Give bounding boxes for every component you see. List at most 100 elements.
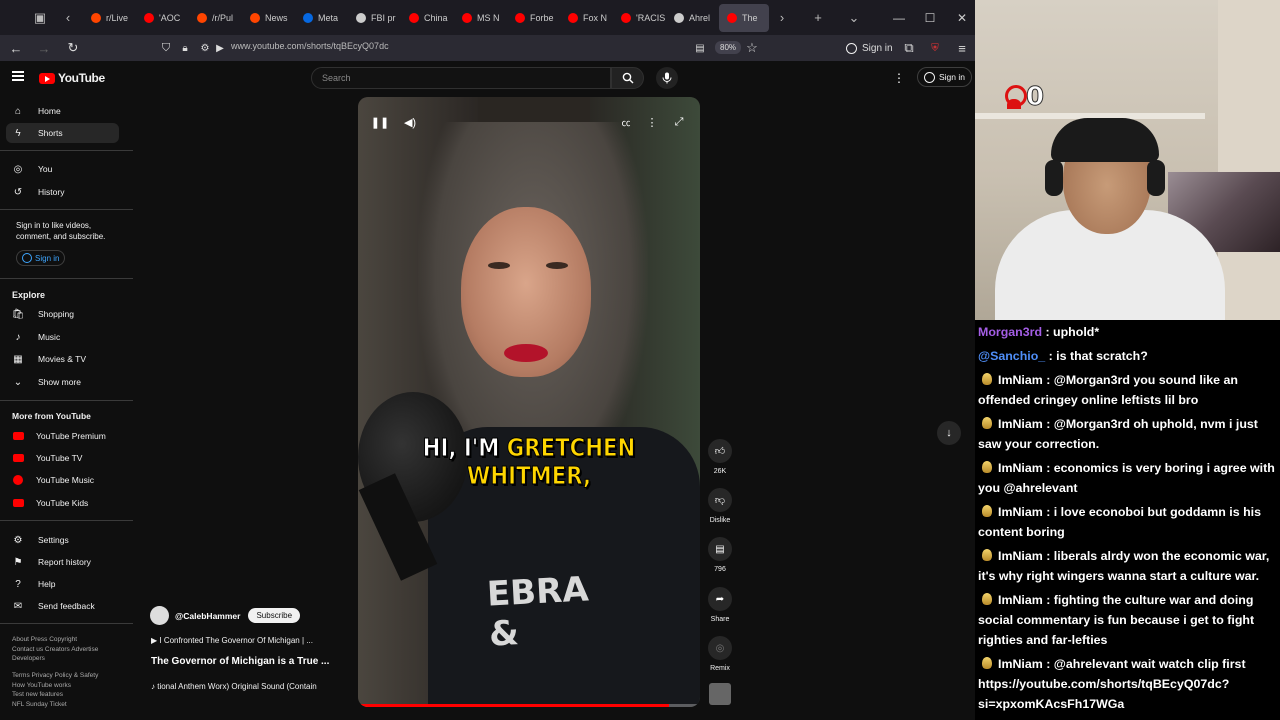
maximize-icon[interactable]: ☐ bbox=[914, 0, 946, 35]
dislike-action[interactable]: 👎︎ Dislike bbox=[706, 488, 734, 524]
url-bar[interactable]: www.youtube.com/shorts/tqBEcyQ07dc bbox=[231, 41, 389, 51]
sidebar-item-history[interactable]: ↺ History bbox=[6, 182, 119, 202]
more-options-icon[interactable]: ⋮ bbox=[641, 111, 663, 133]
remix-icon[interactable]: ◎ bbox=[708, 636, 732, 660]
browser-account[interactable]: Sign in bbox=[846, 35, 893, 61]
sidebar-item-report-history[interactable]: ⚑ Report history bbox=[6, 552, 119, 572]
browser-tab[interactable]: r/Live bbox=[83, 4, 136, 32]
browser-tab[interactable]: Fox N bbox=[560, 4, 613, 32]
scroll-tabs-right-icon[interactable]: › bbox=[769, 5, 795, 31]
chat-text: : uphold* bbox=[1042, 325, 1100, 339]
browser-tab[interactable]: MS N bbox=[454, 4, 507, 32]
bookmark-star-icon[interactable]: ☆ bbox=[740, 36, 764, 60]
video-progress-bar[interactable] bbox=[358, 704, 700, 707]
sidebar-signin-button[interactable]: Sign in bbox=[16, 250, 66, 266]
camera-icon[interactable]: ▶ bbox=[208, 36, 232, 60]
tab-overview-icon[interactable]: ▣ bbox=[27, 5, 53, 31]
sidebar-item-movies[interactable]: ▦ Movies & TV bbox=[6, 349, 119, 369]
new-tab-icon[interactable]: + bbox=[805, 5, 831, 31]
subscribe-button[interactable]: Subscribe bbox=[248, 608, 301, 623]
back-icon[interactable]: ← bbox=[4, 36, 28, 60]
browser-tab[interactable]: 'AOC bbox=[136, 4, 189, 32]
volume-icon[interactable]: ◀) bbox=[399, 111, 421, 133]
next-video-button[interactable]: ↓ bbox=[937, 421, 961, 445]
youtube-logo[interactable]: YouTube bbox=[39, 71, 105, 85]
gear-icon: ⚙ bbox=[13, 534, 23, 546]
extension-badge-icon[interactable]: ⛨ bbox=[923, 36, 947, 60]
footer-line[interactable]: Test new features bbox=[12, 690, 127, 700]
sidebar-item-shorts[interactable]: ϟ Shorts bbox=[6, 123, 119, 143]
sidebar-item-you[interactable]: ◎ You bbox=[6, 159, 119, 179]
browser-tab[interactable]: News bbox=[242, 4, 295, 32]
zoom-level[interactable]: 80% bbox=[715, 41, 742, 54]
footer-links-2[interactable]: Terms Privacy Policy & Safety How YouTub… bbox=[12, 671, 127, 709]
footer-links-1[interactable]: About Press Copyright Contact us Creator… bbox=[12, 635, 127, 664]
shorts-video-player[interactable]: EBRA & HI, I'M GRETCHEN WHITMER, ❚❚ ◀) ㏄… bbox=[358, 97, 700, 707]
hamburger-menu-icon[interactable]: ≡ bbox=[950, 36, 974, 60]
sidebar-item-youtube-kids[interactable]: YouTube Kids bbox=[6, 493, 119, 513]
more-options-icon[interactable]: ⋮ bbox=[893, 71, 905, 85]
reload-icon[interactable]: ↻ bbox=[61, 36, 85, 60]
sidebar-item-youtube-music[interactable]: YouTube Music bbox=[6, 470, 119, 490]
share-icon[interactable]: ➦ bbox=[708, 587, 732, 611]
sidebar-item-help[interactable]: ? Help bbox=[6, 574, 119, 594]
close-window-icon[interactable]: ✕ bbox=[946, 0, 978, 35]
list-tabs-icon[interactable]: ⌄ bbox=[841, 5, 867, 31]
footer-line[interactable]: About Press Copyright bbox=[12, 635, 127, 645]
viewer-icon bbox=[1003, 83, 1027, 111]
sidebar-item-youtube-tv[interactable]: YouTube TV bbox=[6, 448, 119, 468]
sidebar-item-youtube-premium[interactable]: YouTube Premium bbox=[6, 426, 119, 446]
avatar[interactable] bbox=[150, 606, 169, 625]
sidebar-item-send-feedback[interactable]: ✉ Send feedback bbox=[6, 596, 119, 616]
related-video-link[interactable]: ▶ I Confronted The Governor Of Michigan … bbox=[151, 636, 313, 645]
sidebar-item-music[interactable]: ♪ Music bbox=[6, 327, 119, 347]
footer-line[interactable]: Contact us Creators Advertise bbox=[12, 645, 127, 655]
browser-tab[interactable]: Meta bbox=[295, 4, 348, 32]
search-input[interactable]: Search bbox=[311, 67, 611, 89]
sidebar-item-settings[interactable]: ⚙ Settings bbox=[6, 530, 119, 550]
viewer-count: 0 bbox=[1025, 82, 1045, 113]
captions-icon[interactable]: ㏄ bbox=[615, 111, 637, 133]
voice-search-button[interactable] bbox=[656, 67, 678, 89]
thumbs-down-icon[interactable]: 👎︎ bbox=[708, 488, 732, 512]
chat-badge-icon bbox=[982, 461, 992, 473]
sound-thumbnail[interactable] bbox=[709, 683, 731, 705]
like-action[interactable]: 👍︎ 26K bbox=[706, 439, 734, 475]
browser-tab[interactable]: /r/Pul bbox=[189, 4, 242, 32]
browser-tab[interactable]: FBI pr bbox=[348, 4, 401, 32]
comments-action[interactable]: ▤ 796 bbox=[706, 537, 734, 573]
youtube-signin-button[interactable]: Sign in bbox=[917, 67, 972, 87]
reader-view-icon[interactable]: ▤ bbox=[688, 36, 712, 60]
remix-action[interactable]: ◎ Remix bbox=[706, 636, 734, 672]
share-action[interactable]: ➦ Share bbox=[706, 587, 734, 623]
minimize-icon[interactable]: — bbox=[883, 0, 915, 35]
comment-icon[interactable]: ▤ bbox=[708, 537, 732, 561]
browser-tab[interactable]: The bbox=[719, 3, 769, 32]
video-title[interactable]: The Governor of Michigan is a True ... bbox=[151, 656, 329, 667]
pause-icon[interactable]: ❚❚ bbox=[369, 111, 391, 133]
guide-menu-icon[interactable] bbox=[12, 71, 24, 81]
tab-favicon-icon bbox=[197, 12, 207, 23]
sidebar-item-show-more[interactable]: ⌄ Show more bbox=[6, 372, 119, 392]
search-button[interactable] bbox=[611, 67, 644, 89]
scroll-tabs-left-icon[interactable]: ‹ bbox=[55, 5, 81, 31]
browser-tab[interactable]: China bbox=[401, 4, 454, 32]
chat-badge-icon bbox=[982, 373, 992, 385]
channel-name[interactable]: @CalebHammer bbox=[175, 611, 240, 621]
footer-line[interactable]: How YouTube works bbox=[12, 681, 127, 691]
browser-tab[interactable]: 'RACIS bbox=[613, 4, 666, 32]
fullscreen-icon[interactable]: ⤢ bbox=[668, 111, 690, 133]
forward-icon[interactable]: → bbox=[32, 36, 56, 60]
sidebar-divider bbox=[0, 278, 133, 279]
sidebar-item-shopping[interactable]: 🛍︎ Shopping bbox=[6, 304, 119, 324]
sound-link[interactable]: ♪ tional Anthem Worx) Original Sound (Co… bbox=[151, 682, 349, 691]
footer-line[interactable]: Developers bbox=[12, 654, 127, 664]
extensions-icon[interactable]: ⧉ bbox=[897, 36, 921, 60]
browser-tab[interactable]: Forbe bbox=[507, 4, 560, 32]
more-from-youtube-heading: More from YouTube bbox=[12, 411, 91, 421]
thumbs-up-icon[interactable]: 👍︎ bbox=[708, 439, 732, 463]
browser-tab[interactable]: Ahrel bbox=[666, 4, 719, 32]
footer-line[interactable]: Terms Privacy Policy & Safety bbox=[12, 671, 127, 681]
sidebar-item-home[interactable]: ⌂ Home bbox=[6, 101, 119, 121]
footer-line[interactable]: NFL Sunday Ticket bbox=[12, 700, 127, 710]
